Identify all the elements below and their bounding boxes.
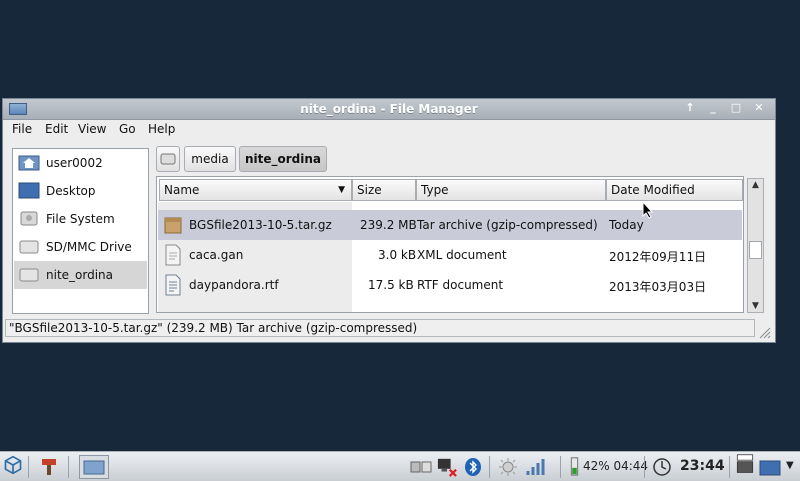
side-item-home[interactable]: user0002 — [14, 149, 147, 177]
harddisk-icon — [160, 153, 176, 165]
path-segment-media[interactable]: media — [184, 146, 236, 172]
menu-help[interactable]: Help — [148, 122, 175, 136]
file-size: 17.5 kB — [368, 278, 414, 292]
drive-icon — [19, 240, 39, 254]
name-column-bg — [158, 240, 352, 270]
file-list: Name ▼ Size Type Date Modified BGSfile20… — [156, 176, 744, 313]
file-modified: Today — [609, 218, 644, 232]
file-modified: 2012年09月11日 — [609, 250, 707, 264]
battery-icon[interactable] — [570, 456, 579, 476]
document-icon — [165, 244, 181, 266]
file-type: XML document — [417, 248, 507, 262]
home-folder-icon — [18, 155, 40, 171]
menu-go[interactable]: Go — [119, 122, 136, 136]
mouse-cursor-icon — [642, 201, 654, 219]
wifi-signal-icon[interactable] — [525, 457, 549, 477]
file-size: 239.2 MB — [360, 218, 417, 232]
side-item-label: nite_ordina — [46, 268, 114, 282]
window-title: nite_ordina - File Manager — [300, 102, 478, 116]
resize-grip-icon[interactable] — [759, 327, 771, 339]
table-row[interactable]: BGSfile2013-10-5.tar.gz 239.2 MB Tar arc… — [158, 210, 742, 240]
side-item-desktop[interactable]: Desktop — [14, 177, 147, 205]
status-bar: "BGSfile2013-10-5.tar.gz" (239.2 MB) Tar… — [5, 319, 755, 337]
list-item-partial — [158, 300, 742, 312]
tray-expand-icon[interactable]: ▼ — [786, 460, 794, 471]
taskbar: 42% 04:44 23:44 ▼ — [0, 451, 800, 481]
battery-status: 42% 04:44 — [583, 459, 649, 473]
file-size: 3.0 kB — [378, 248, 417, 262]
workspace-switcher-icon[interactable] — [734, 454, 756, 474]
close-button[interactable]: ✕ — [750, 101, 768, 116]
side-item-nite-ordina[interactable]: nite_ordina — [14, 261, 147, 289]
table-row[interactable]: daypandora.rtf 17.5 kB RTF document 2013… — [158, 270, 742, 300]
clock-icon[interactable] — [652, 457, 672, 477]
desktop-icon — [18, 182, 40, 199]
cleaner-brush-icon[interactable] — [38, 457, 60, 477]
table-row[interactable]: caca.gan 3.0 kB XML document 2012年09月11日 — [158, 240, 742, 270]
file-name: BGSfile2013-10-5.tar.gz — [189, 218, 332, 232]
shade-button[interactable]: ↑ — [681, 101, 699, 116]
column-label: Name — [164, 183, 200, 197]
text-document-icon — [165, 274, 181, 296]
scrollbar-thumb[interactable] — [749, 241, 762, 259]
path-root-button[interactable] — [156, 146, 180, 172]
menu-bar: File Edit View Go Help — [3, 119, 775, 139]
side-item-sdmmc[interactable]: SD/MMC Drive — [14, 233, 147, 261]
clock-time[interactable]: 23:44 — [680, 458, 725, 474]
path-segment-nite-ordina[interactable]: nite_ordina — [239, 146, 327, 172]
file-type: Tar archive (gzip-compressed) — [417, 218, 598, 232]
taskbar-separator — [28, 456, 29, 478]
network-wired-icon[interactable] — [410, 457, 432, 477]
column-name[interactable]: Name ▼ — [159, 179, 352, 201]
taskbar-separator — [68, 456, 69, 478]
taskbar-window-file-manager[interactable] — [79, 455, 109, 479]
minimize-button[interactable]: _ — [704, 101, 722, 116]
brightness-icon[interactable] — [498, 457, 518, 477]
title-bar[interactable]: nite_ordina - File Manager ↑ _ □ ✕ — [3, 99, 775, 120]
maximize-button[interactable]: □ — [727, 101, 745, 116]
name-column-bg — [158, 202, 352, 210]
side-pane: user0002 Desktop File System SD/MMC Driv… — [12, 148, 149, 334]
column-size[interactable]: Size — [352, 179, 416, 201]
archive-icon — [164, 217, 182, 234]
file-manager-window: nite_ordina - File Manager ↑ _ □ ✕ File … — [2, 98, 776, 343]
taskbar-separator — [489, 456, 490, 478]
file-type: RTF document — [417, 278, 504, 292]
side-item-label: Desktop — [46, 184, 96, 198]
column-type[interactable]: Type — [416, 179, 606, 201]
harddisk-icon — [20, 211, 38, 226]
taskbar-separator — [560, 456, 561, 478]
file-name: caca.gan — [189, 248, 244, 262]
side-item-label: user0002 — [46, 156, 103, 170]
file-name: daypandora.rtf — [189, 278, 279, 292]
bluetooth-icon[interactable] — [463, 457, 483, 477]
column-date-modified[interactable]: Date Modified — [606, 179, 743, 201]
menu-file[interactable]: File — [12, 122, 32, 136]
menu-edit[interactable]: Edit — [45, 122, 68, 136]
scroll-up-icon[interactable]: ▲ — [748, 179, 763, 191]
vertical-scrollbar[interactable]: ▲ ▼ — [747, 178, 764, 313]
menu-view[interactable]: View — [78, 122, 106, 136]
start-menu-icon[interactable] — [2, 455, 24, 475]
taskbar-separator — [729, 456, 730, 478]
scroll-down-icon[interactable]: ▼ — [748, 300, 763, 312]
name-column-bg — [158, 300, 352, 312]
file-modified: 2013年03月03日 — [609, 280, 707, 294]
show-desktop-icon[interactable] — [759, 458, 781, 478]
side-item-filesystem[interactable]: File System — [14, 205, 147, 233]
taskbar-separator — [644, 456, 645, 478]
drive-icon — [19, 268, 39, 282]
side-item-label: SD/MMC Drive — [46, 240, 132, 254]
network-disconnected-icon[interactable] — [435, 457, 459, 477]
list-item-partial — [158, 202, 742, 210]
side-item-label: File System — [46, 212, 115, 226]
sort-down-icon: ▼ — [338, 185, 345, 195]
folder-icon — [83, 460, 105, 475]
